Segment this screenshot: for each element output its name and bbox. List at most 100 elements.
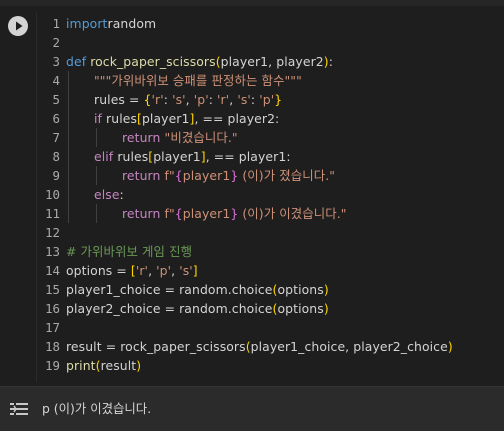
code-token: """가위바위보 승패를 판정하는 함수""" — [94, 73, 302, 88]
line-number: 11 — [45, 206, 60, 221]
indent-guide — [68, 109, 69, 128]
code-line[interactable]: 19 print(result) — [38, 356, 504, 375]
line-number: 18 — [45, 339, 60, 354]
indent-guide — [96, 128, 97, 147]
code-token: , == player1: — [205, 149, 291, 164]
code-token: ) — [447, 339, 453, 354]
code-token: else — [94, 187, 120, 202]
code-token: random — [107, 16, 157, 31]
code-line[interactable]: 9 return f"{player1} (이)가 졌습니다." — [38, 166, 504, 185]
code-line[interactable]: 13 # 가위바위보 게임 진행 — [38, 242, 504, 261]
output-area: p (이)가 이겼습니다. — [0, 386, 504, 431]
code-token: rules = — [94, 92, 144, 107]
line-source: # 가위바위보 게임 진행 — [66, 242, 192, 261]
code-token: rock_paper_scissors — [90, 54, 216, 69]
cell-top-strip — [0, 0, 504, 6]
code-token: options = — [66, 263, 131, 278]
line-number: 2 — [52, 35, 60, 50]
code-token: rules — [117, 149, 149, 164]
code-token: 'p' — [156, 263, 172, 278]
code-token: , == player2: — [194, 111, 280, 126]
code-token: { — [174, 168, 183, 183]
code-token: ) — [323, 282, 329, 297]
code-editor[interactable]: 1 importrandom 2 3 def rock_paper_scissors(p… — [38, 14, 504, 375]
code-token: : — [119, 187, 124, 202]
code-token: 's' — [172, 92, 186, 107]
code-token: player1 — [141, 111, 190, 126]
line-number: 1 — [52, 16, 60, 31]
code-line[interactable]: 6 if rules[player1], == player2: — [38, 109, 504, 128]
code-token: player1 — [182, 168, 231, 183]
code-token: elif — [94, 149, 118, 164]
code-token: 's' — [237, 92, 251, 107]
line-number: 16 — [45, 301, 60, 316]
line-source: return "비겼습니다." — [122, 128, 238, 147]
code-token: { — [174, 206, 183, 221]
code-line[interactable]: 12 — [38, 223, 504, 242]
code-token: (이)가 이겼습니다." — [238, 206, 347, 221]
code-line[interactable]: 17 — [38, 318, 504, 337]
code-token: # 가위바위보 게임 진행 — [66, 244, 193, 259]
indent-guide — [68, 71, 69, 90]
code-line[interactable]: 15 player1_choice = random.choice(options… — [38, 280, 504, 299]
code-line[interactable]: 11 return f"{player1} (이)가 이겼습니다." — [38, 204, 504, 223]
indent-guide — [96, 204, 97, 223]
line-number: 9 — [52, 168, 60, 183]
code-token: 'p' — [193, 92, 209, 107]
indent-guide — [68, 185, 69, 204]
code-line[interactable]: 4 """가위바위보 승패를 판정하는 함수""" — [38, 71, 504, 90]
line-source: """가위바위보 승패를 판정하는 함수""" — [94, 71, 302, 90]
line-number: 15 — [45, 282, 60, 297]
code-cell[interactable]: 1 importrandom 2 3 def rock_paper_scissors(p… — [0, 0, 504, 386]
code-line[interactable]: 7 return "비겼습니다." — [38, 128, 504, 147]
code-token: , — [171, 263, 180, 278]
gutter-divider — [36, 12, 37, 382]
code-token: ] — [192, 263, 198, 278]
code-token: : — [250, 92, 260, 107]
code-line[interactable]: 14 options = ['r', 'p', 's'] — [38, 261, 504, 280]
code-token: 'r' — [135, 263, 149, 278]
code-token: print — [66, 358, 96, 373]
code-token: 's' — [179, 263, 193, 278]
line-source: player2_choice = random.choice(options) — [66, 299, 329, 318]
code-token: player1 — [182, 206, 231, 221]
line-source: return f"{player1} (이)가 이겼습니다." — [122, 204, 347, 223]
line-source: def rock_paper_scissors(player1, player2… — [66, 52, 333, 71]
code-token: player1, player2 — [220, 54, 324, 69]
run-cell-button[interactable] — [8, 16, 28, 36]
line-source: if rules[player1], == player2: — [94, 109, 279, 128]
line-number: 17 — [45, 320, 60, 335]
code-line[interactable]: 1 importrandom — [38, 14, 504, 33]
code-token: import — [66, 16, 108, 31]
code-line[interactable]: 18 result = rock_paper_scissors(player1_c… — [38, 337, 504, 356]
code-token: return — [122, 168, 165, 183]
code-line[interactable]: 2 — [38, 33, 504, 52]
line-number: 19 — [45, 358, 60, 373]
code-token: ) — [323, 301, 329, 316]
line-source: importrandom — [66, 14, 156, 33]
code-line[interactable]: 5 rules = {'r': 's', 'p': 'r', 's': 'p'} — [38, 90, 504, 109]
line-source: options = ['r', 'p', 's'] — [66, 261, 198, 280]
code-token: , — [185, 92, 194, 107]
code-token: : — [163, 92, 173, 107]
output-settings-icon[interactable] — [8, 399, 30, 419]
code-line[interactable]: 3 def rock_paper_scissors(player1, player… — [38, 52, 504, 71]
line-number: 14 — [45, 263, 60, 278]
line-source: player1_choice = random.choice(options) — [66, 280, 329, 299]
line-number: 5 — [52, 92, 60, 107]
line-number: 10 — [45, 187, 60, 202]
indent-guide — [68, 166, 69, 185]
code-line[interactable]: 8 elif rules[player1], == player1: — [38, 147, 504, 166]
code-token: return — [122, 130, 165, 145]
code-token: def — [66, 54, 91, 69]
indent-guide — [68, 90, 69, 109]
code-line[interactable]: 16 player2_choice = random.choice(options… — [38, 299, 504, 318]
code-token: "비겼습니다." — [164, 130, 238, 145]
code-token: result = rock_paper_scissors — [66, 339, 246, 354]
code-token: player1 — [153, 149, 201, 164]
line-number: 12 — [45, 225, 60, 240]
code-token: { — [143, 92, 152, 107]
code-line[interactable]: 10 else: — [38, 185, 504, 204]
code-token: result — [100, 358, 137, 373]
line-source: elif rules[player1], == player1: — [94, 147, 291, 166]
